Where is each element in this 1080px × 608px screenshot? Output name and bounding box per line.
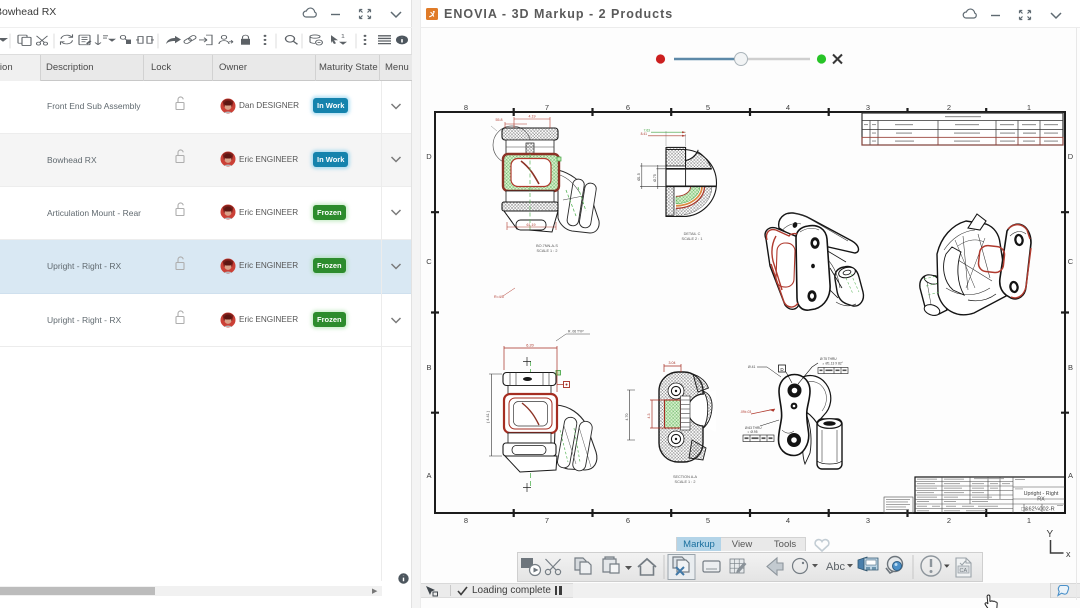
svg-text:Abc: Abc [826,561,845,573]
svg-text:D: D [1068,152,1074,161]
svg-text:7: 7 [545,516,549,525]
svg-text:5: 5 [706,516,710,525]
svg-text:Ø.41: Ø.41 [748,365,755,369]
svg-text:R=4/5: R=4/5 [494,295,504,299]
svg-text:4.3: 4.3 [647,414,651,419]
svg-text:4: 4 [786,103,790,112]
svg-text:□&62¼002-R: □&62¼002-R [1021,507,1054,513]
svg-text:D: D [426,152,432,161]
svg-text:⌅ Ø.95: ⌅ Ø.95 [747,430,758,434]
svg-text:BO.7NN-A-S: BO.7NN-A-S [536,244,558,248]
svg-text:4.19: 4.19 [529,115,536,119]
svg-text:2: 2 [947,103,951,112]
svg-text:SCALE 2 : 1: SCALE 2 : 1 [682,237,703,241]
svg-text:A: A [426,471,431,480]
svg-text:8: 8 [464,103,468,112]
svg-text:5: 5 [706,103,710,112]
svg-text:CA: CA [960,568,968,574]
svg-text:B: B [1068,363,1073,372]
svg-text:8.41: 8.41 [641,132,648,136]
svg-text:DETAIL C: DETAIL C [684,232,701,236]
svg-text:6: 6 [626,103,630,112]
svg-text:6.20: 6.20 [526,344,533,348]
svg-text:4.70: 4.70 [625,414,629,421]
svg-text:Ø.75: Ø.75 [653,174,657,182]
svg-text:.09±.03: .09±.03 [740,410,751,414]
svg-text:⌅ Ø1.13 X 82°: ⌅ Ø1.13 X 82° [822,362,844,366]
svg-text:3: 3 [866,103,870,112]
svg-text:Ø1.5: Ø1.5 [637,173,641,181]
svg-text:3.04: 3.04 [669,361,676,365]
svg-text:2: 2 [947,516,951,525]
svg-text:1: 1 [1027,516,1031,525]
svg-text:SECTION A-A: SECTION A-A [673,475,698,479]
svg-text:8: 8 [464,516,468,525]
svg-text:61.19: 61.19 [527,223,536,227]
svg-text:x: x [1066,549,1071,559]
svg-text:Y: Y [1047,529,1054,540]
svg-text:4: 4 [786,516,790,525]
svg-text:SCALE 1 : 2: SCALE 1 : 2 [537,249,558,253]
svg-text:B: B [426,363,431,372]
svg-text:7: 7 [545,103,549,112]
svg-text:C: C [1068,257,1074,266]
svg-text:SCALE 1 : 2: SCALE 1 : 2 [675,480,696,484]
svg-text:1: 1 [1027,103,1031,112]
svg-text:6: 6 [626,516,630,525]
svg-text:R .06 TYP: R .06 TYP [568,330,584,334]
svg-text:C: C [426,257,432,266]
svg-text:3: 3 [866,516,870,525]
svg-text:A: A [1068,471,1073,480]
svg-text:Ø.75 THRU: Ø.75 THRU [820,357,837,361]
svg-text:RX: RX [1037,497,1045,503]
svg-text:( 4.41 ): ( 4.41 ) [486,410,490,423]
svg-text:55.8: 55.8 [496,118,503,122]
svg-text:1: 1 [341,34,346,40]
